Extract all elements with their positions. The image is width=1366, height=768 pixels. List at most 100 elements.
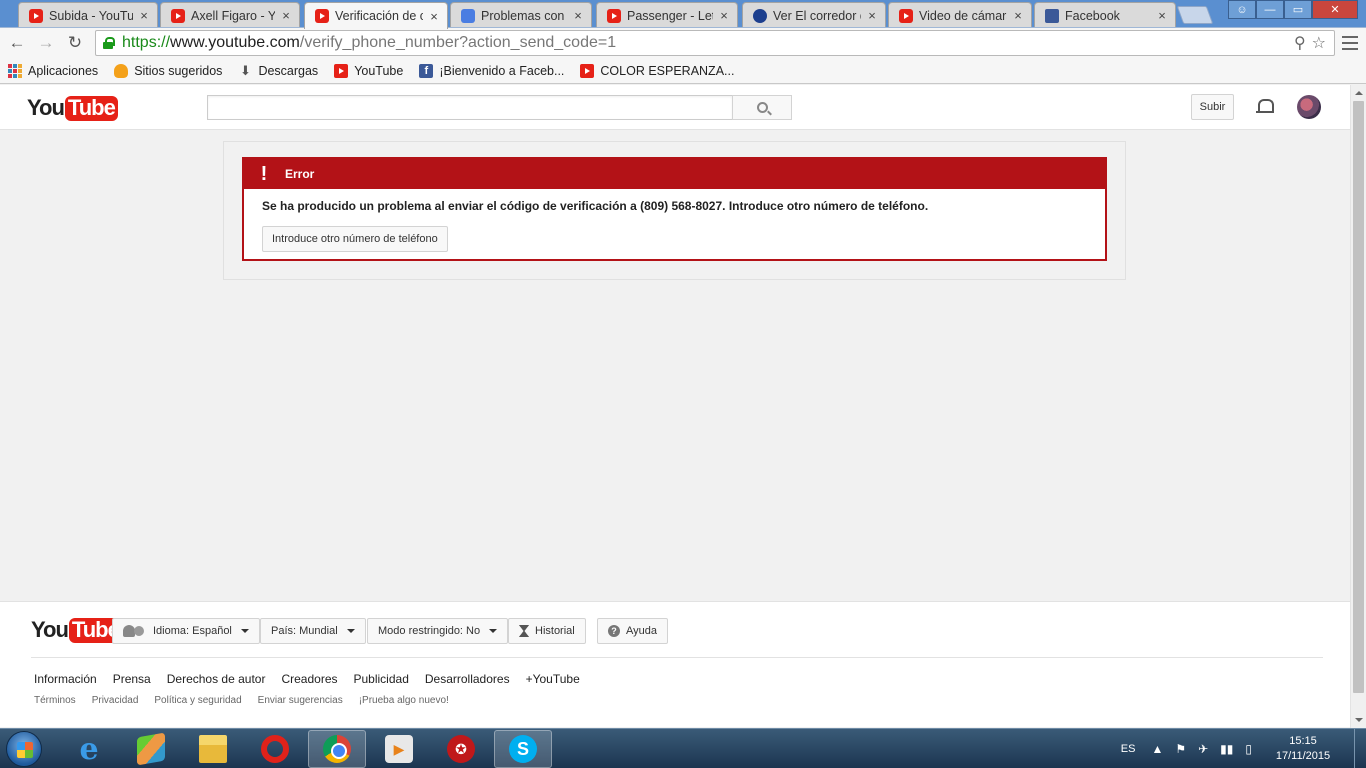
- zoom-icon[interactable]: ⚲: [1294, 33, 1306, 53]
- language-indicator[interactable]: ES: [1121, 743, 1136, 755]
- close-icon[interactable]: ×: [279, 8, 293, 23]
- search-input[interactable]: [207, 95, 733, 120]
- help-label: Ayuda: [626, 625, 657, 637]
- taskbar-internet-explorer[interactable]: e: [60, 730, 118, 768]
- start-button[interactable]: [6, 731, 42, 767]
- tab-problemas-verificacion[interactable]: Problemas con verificación ×: [450, 2, 592, 28]
- bookmark-aplicaciones[interactable]: Aplicaciones: [8, 63, 98, 78]
- show-desktop-button[interactable]: [1354, 729, 1366, 768]
- chevron-down-icon: [346, 629, 355, 633]
- close-icon[interactable]: ×: [571, 8, 585, 23]
- footer-link-publicidad[interactable]: Publicidad: [354, 672, 409, 686]
- tab-video-camara[interactable]: Video de cámara web ×: [888, 2, 1032, 28]
- close-window-button[interactable]: ✕: [1312, 0, 1358, 19]
- tab-label: Verificación de cuenta: [335, 9, 423, 23]
- country-picker-button[interactable]: País: Mundial: [260, 618, 366, 644]
- bookmark-youtube[interactable]: YouTube: [334, 63, 403, 78]
- language-icon: [123, 625, 145, 637]
- bell-icon[interactable]: [1256, 97, 1274, 115]
- tab-subida-youtube[interactable]: Subida - YouTube ×: [18, 2, 158, 28]
- youtube-icon: [580, 63, 595, 78]
- footer-link-informacion[interactable]: Información: [34, 672, 97, 686]
- language-picker-button[interactable]: Idioma: Español: [112, 618, 260, 644]
- bookmark-descargas[interactable]: ⬇ Descargas: [238, 63, 319, 78]
- history-button[interactable]: Historial: [508, 618, 586, 644]
- close-icon[interactable]: ×: [137, 8, 151, 23]
- taskbar-skype[interactable]: S: [494, 730, 552, 768]
- reload-button[interactable]: ↻: [64, 32, 86, 54]
- footer-link-derechos[interactable]: Derechos de autor: [167, 672, 266, 686]
- close-icon[interactable]: ×: [1011, 8, 1025, 23]
- network-status-icon[interactable]: ✈: [1198, 742, 1208, 756]
- bookmark-color-esperanza[interactable]: COLOR ESPERANZA...: [580, 63, 734, 78]
- tab-label: Passenger - Let Her Go: [627, 8, 713, 23]
- footer-link-creadores[interactable]: Creadores: [281, 672, 337, 686]
- logo-you: You: [27, 95, 65, 120]
- footer-link-prueba[interactable]: ¡Prueba algo nuevo!: [359, 695, 449, 706]
- bookmark-label: Descargas: [258, 63, 319, 78]
- tab-facebook[interactable]: Facebook ×: [1034, 2, 1176, 28]
- history-label: Historial: [535, 625, 575, 637]
- footer-link-prensa[interactable]: Prensa: [113, 672, 151, 686]
- search-icon: [756, 102, 768, 113]
- upload-button[interactable]: Subir: [1191, 94, 1234, 120]
- game-booster-icon: ✪: [447, 735, 475, 763]
- scroll-down-icon[interactable]: [1351, 712, 1366, 728]
- tab-corredor-laberinto[interactable]: Ver El corredor del laberinto ×: [742, 2, 886, 28]
- footer-link-politica[interactable]: Política y seguridad: [154, 695, 241, 706]
- battery-icon[interactable]: ▯: [1245, 742, 1252, 756]
- page-scrollbar[interactable]: [1350, 85, 1366, 728]
- address-bar[interactable]: https://www.youtube.com/verify_phone_num…: [95, 30, 1335, 56]
- tab-passenger[interactable]: Passenger - Let Her Go ×: [596, 2, 738, 28]
- scrollbar-thumb[interactable]: [1353, 101, 1364, 693]
- taskbar-video-player[interactable]: ▶: [370, 730, 428, 768]
- taskbar-clock[interactable]: 15:15 17/11/2015: [1264, 734, 1342, 764]
- url-path: /verify_phone_number?action_send_code=1: [299, 34, 617, 51]
- back-button[interactable]: ←: [6, 32, 28, 54]
- close-icon[interactable]: ×: [865, 8, 879, 23]
- show-hidden-icons-icon[interactable]: ▲: [1151, 742, 1163, 756]
- taskbar-bluestacks[interactable]: [122, 730, 180, 768]
- forward-button[interactable]: →: [35, 32, 57, 54]
- window-controls: ☺ — ▭ ✕: [1228, 0, 1358, 19]
- chevron-down-icon: [240, 629, 249, 633]
- taskbar-chrome[interactable]: [308, 730, 366, 768]
- taskbar-file-explorer[interactable]: [184, 730, 242, 768]
- taskbar-opera[interactable]: [246, 730, 304, 768]
- search-button[interactable]: [732, 95, 792, 120]
- footer-link-terminos[interactable]: Términos: [34, 695, 76, 706]
- maximize-button[interactable]: ▭: [1284, 0, 1312, 19]
- close-icon[interactable]: ×: [1155, 8, 1169, 23]
- bookmark-label: ¡Bienvenido a Faceb...: [439, 63, 565, 78]
- scroll-up-icon[interactable]: [1351, 85, 1366, 101]
- help-button[interactable]: ? Ayuda: [597, 618, 668, 644]
- tab-verificacion-cuenta[interactable]: Verificación de cuenta ×: [304, 2, 448, 29]
- close-icon[interactable]: ×: [427, 9, 441, 24]
- enter-other-number-button[interactable]: Introduce otro número de teléfono: [262, 226, 448, 252]
- windows-taskbar: e ▶ ✪ S ES ▲ ⚑ ✈ ▮▮ ▯ 15:15 17/11/2015: [0, 728, 1366, 768]
- taskbar-game-booster[interactable]: ✪: [432, 730, 490, 768]
- close-icon[interactable]: ×: [717, 8, 731, 23]
- youtube-logo[interactable]: You Tube: [27, 95, 118, 121]
- footer-link-desarrolladores[interactable]: Desarrolladores: [425, 672, 510, 686]
- restricted-mode-button[interactable]: Modo restringido: No: [367, 618, 509, 644]
- footer-link-plus-youtube[interactable]: +YouTube: [526, 672, 580, 686]
- footer-link-sugerencias[interactable]: Enviar sugerencias: [258, 695, 343, 706]
- new-tab-button[interactable]: [1176, 6, 1214, 24]
- footer-youtube-logo[interactable]: You Tube: [31, 617, 122, 643]
- bookmark-star-icon[interactable]: ☆: [1312, 33, 1326, 53]
- footer-link-privacidad[interactable]: Privacidad: [92, 695, 139, 706]
- action-center-flag-icon[interactable]: ⚑: [1175, 742, 1186, 756]
- internet-explorer-icon: e: [79, 731, 99, 767]
- tab-axell-figaro[interactable]: Axell Figaro - YouTube ×: [160, 2, 300, 28]
- bookmark-sitios-sugeridos[interactable]: Sitios sugeridos: [114, 63, 222, 78]
- chrome-menu-icon[interactable]: [1342, 34, 1358, 52]
- profile-icon[interactable]: ☺: [1228, 0, 1256, 19]
- minimize-button[interactable]: —: [1256, 0, 1284, 19]
- signal-strength-icon[interactable]: ▮▮: [1220, 742, 1233, 756]
- chevron-down-icon: [489, 629, 498, 633]
- avatar[interactable]: [1297, 95, 1321, 119]
- youtube-icon: [171, 8, 185, 23]
- footer-primary-links: Información Prensa Derechos de autor Cre…: [34, 672, 580, 686]
- bookmark-facebook[interactable]: f ¡Bienvenido a Faceb...: [419, 63, 565, 78]
